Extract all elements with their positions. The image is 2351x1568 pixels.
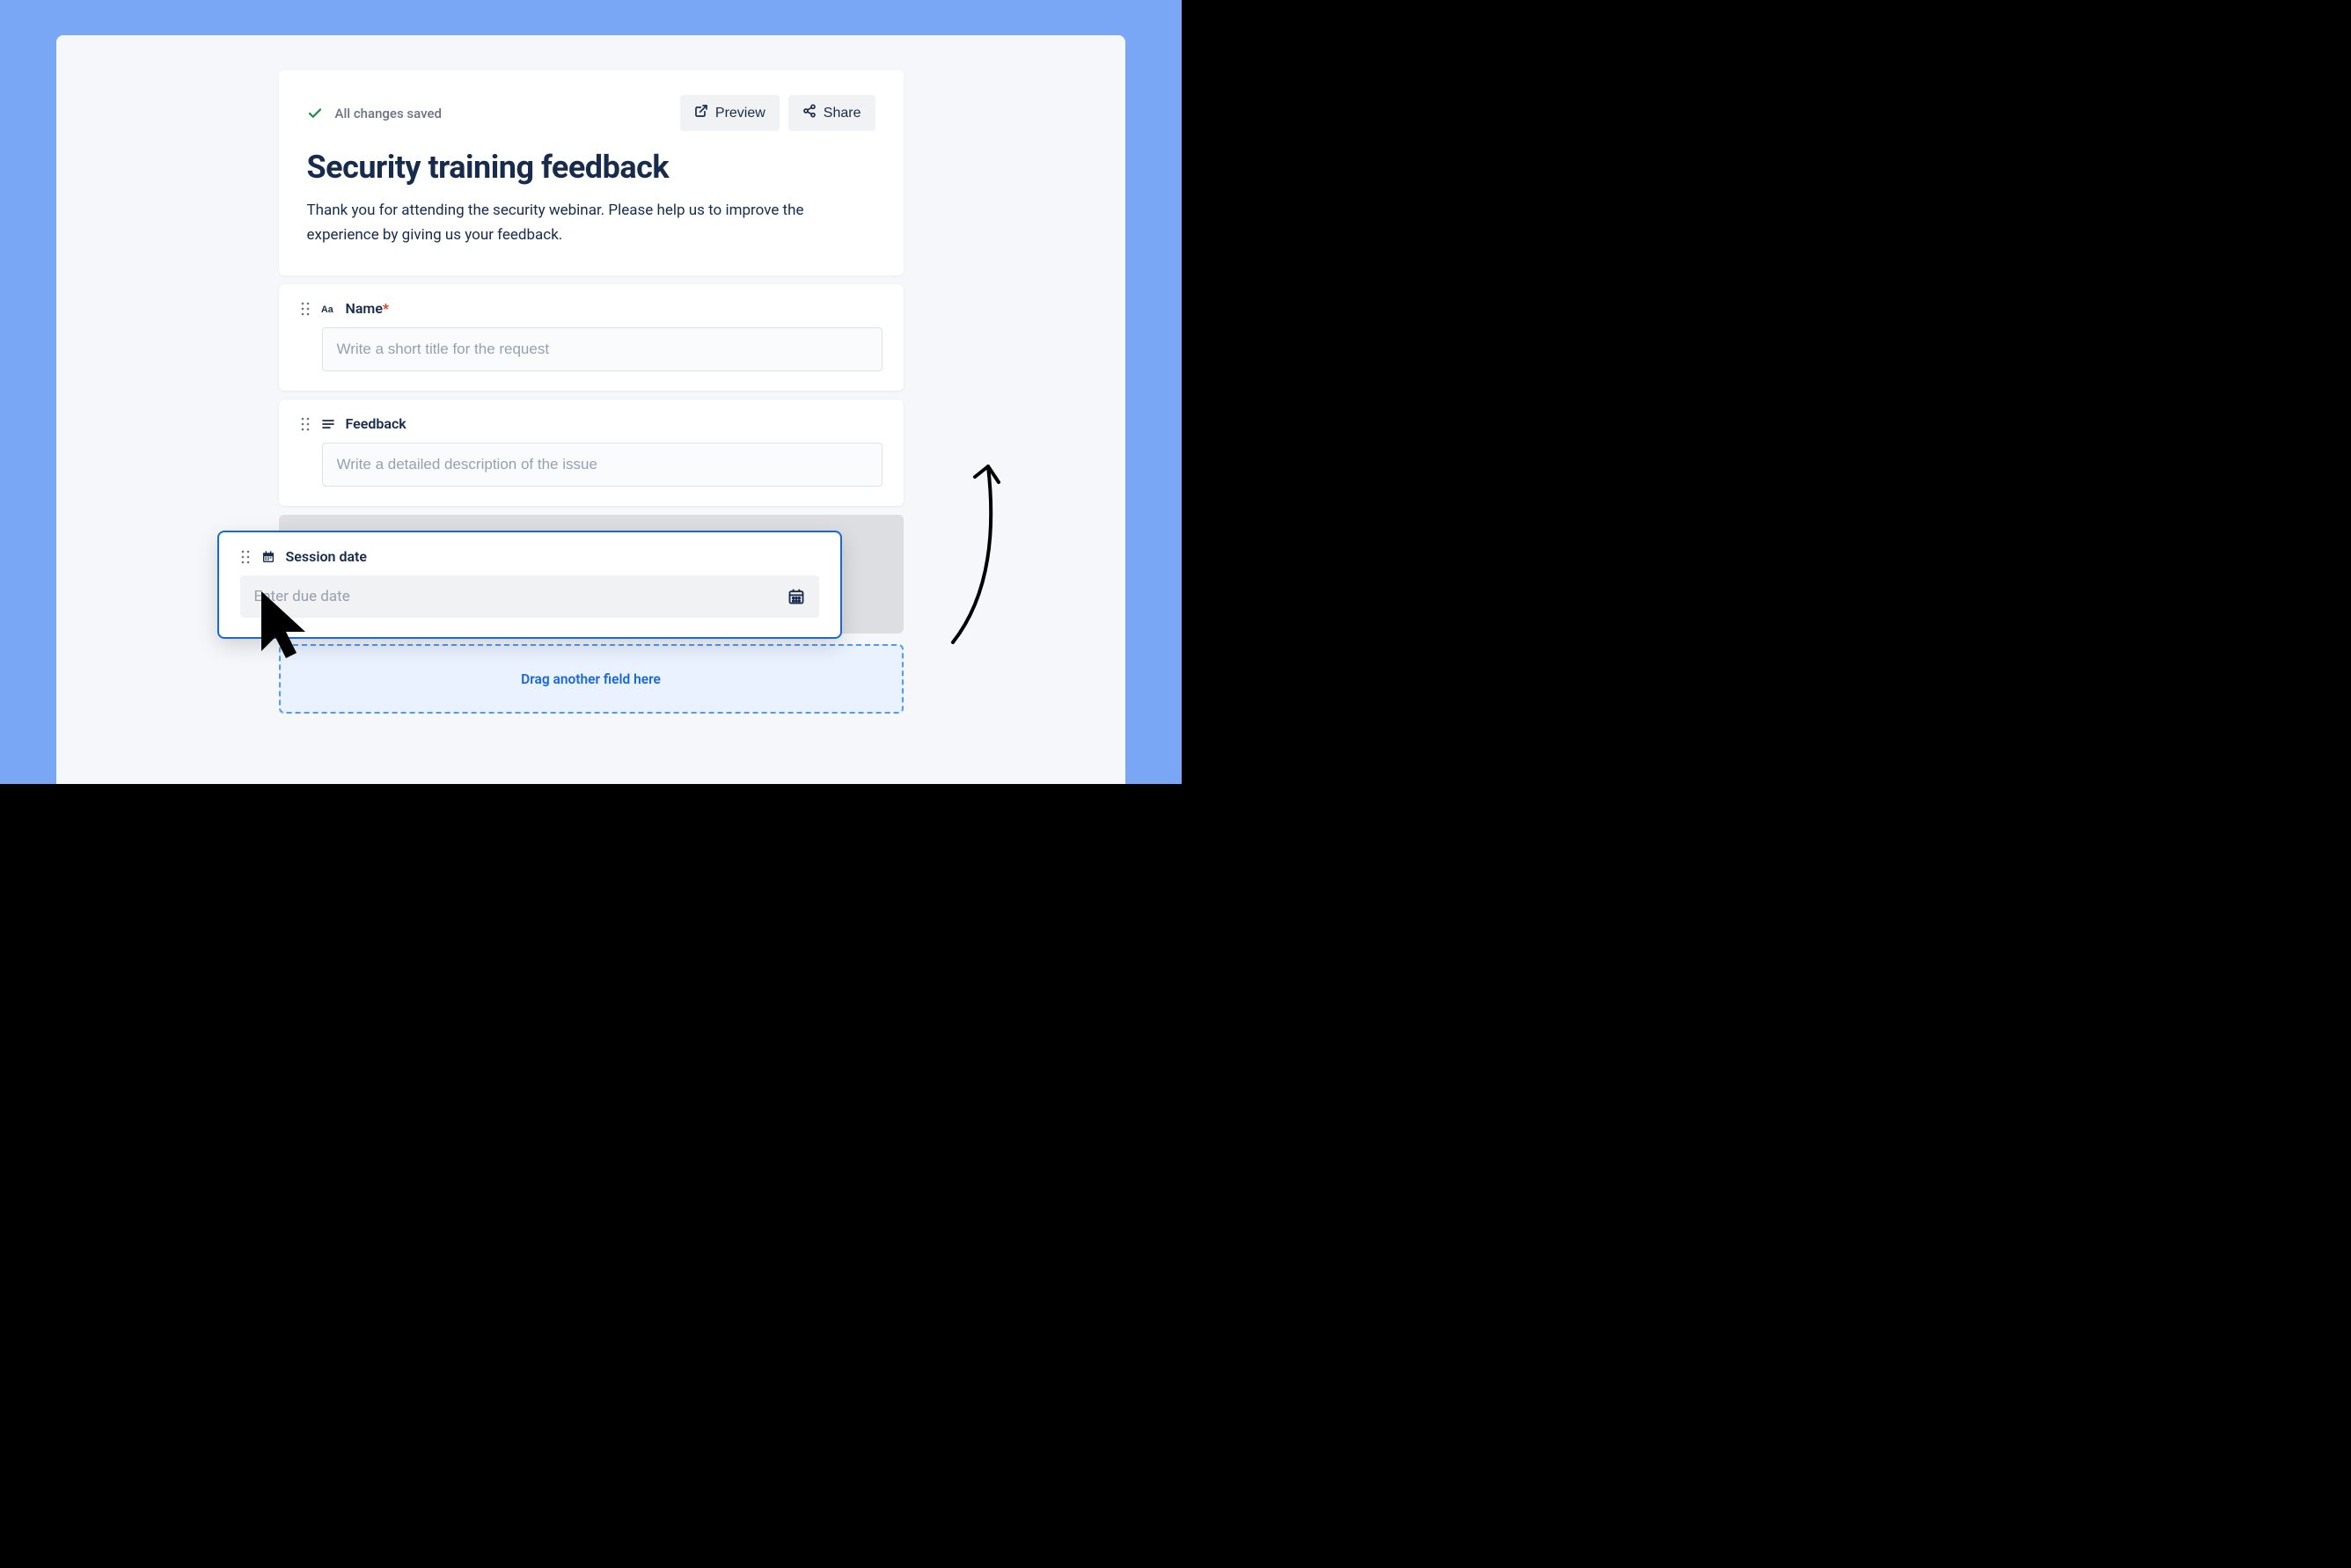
form-description[interactable]: Thank you for attending the security web… <box>307 198 875 247</box>
form-builder-window: All changes saved Preview <box>56 35 1125 784</box>
save-status-text: All changes saved <box>335 106 442 121</box>
field-label: Session date <box>286 548 368 565</box>
field-card-feedback[interactable]: Feedback <box>279 399 904 506</box>
calendar-icon[interactable] <box>787 588 805 605</box>
field-card-name[interactable]: Aa Name* <box>279 284 904 391</box>
feedback-input[interactable] <box>322 443 883 487</box>
annotation-arrow-icon <box>944 440 1014 651</box>
drop-zone-label: Drag another field here <box>521 671 661 687</box>
drop-zone[interactable]: Drag another field here <box>279 644 904 714</box>
date-placeholder: Enter due date <box>254 588 787 605</box>
date-field-icon <box>261 550 275 564</box>
save-status: All changes saved <box>307 106 442 121</box>
field-card-session-date-dragging[interactable]: Session date Enter due date <box>217 531 842 639</box>
drag-handle-icon[interactable] <box>240 550 251 564</box>
check-icon <box>307 106 323 121</box>
paragraph-field-icon <box>321 417 335 431</box>
field-label: Name* <box>346 300 390 317</box>
external-link-icon <box>694 104 708 122</box>
required-indicator: * <box>383 300 389 317</box>
name-input[interactable] <box>322 327 883 371</box>
share-button-label: Share <box>824 106 861 121</box>
drag-handle-icon[interactable] <box>300 302 311 316</box>
share-button[interactable]: Share <box>788 95 875 131</box>
form-header-card: All changes saved Preview <box>279 70 904 275</box>
preview-button-label: Preview <box>715 106 765 121</box>
svg-text:Aa: Aa <box>321 304 333 315</box>
share-icon <box>802 104 817 122</box>
session-date-input[interactable]: Enter due date <box>240 575 819 618</box>
preview-button[interactable]: Preview <box>680 95 780 131</box>
field-label: Feedback <box>346 415 406 432</box>
drop-placeholder: Session date Enter due date <box>279 515 904 634</box>
drag-handle-icon[interactable] <box>300 417 311 431</box>
text-field-icon: Aa <box>321 302 335 316</box>
form-title[interactable]: Security training feedback <box>307 149 875 186</box>
